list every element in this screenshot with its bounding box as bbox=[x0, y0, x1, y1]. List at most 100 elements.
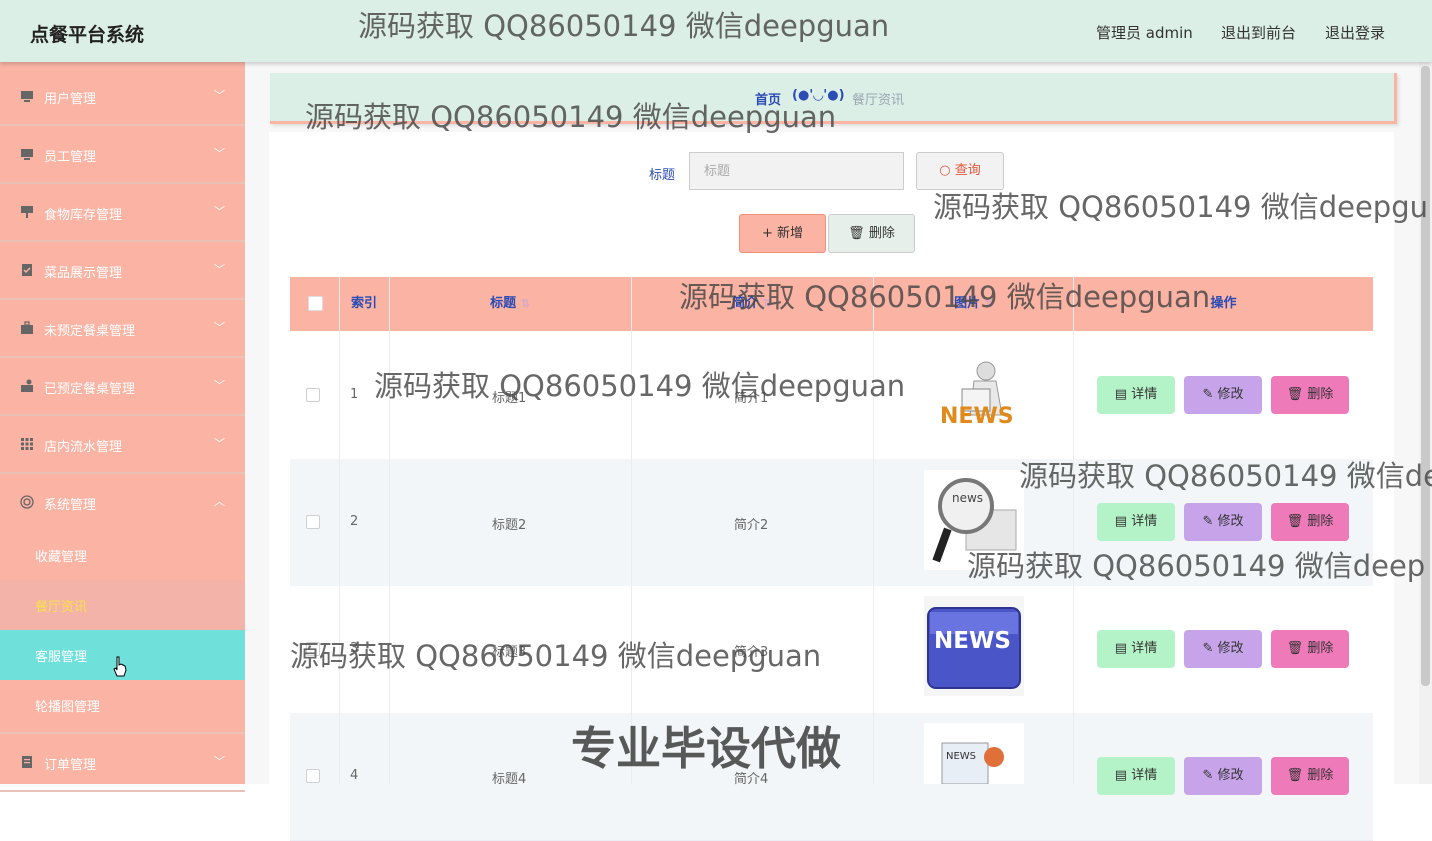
magnifier-news-image: news bbox=[924, 470, 1024, 570]
row-checkbox[interactable] bbox=[306, 388, 320, 402]
row-index: 2 bbox=[350, 514, 359, 529]
edit-button[interactable]: ✎ 修改 bbox=[1184, 503, 1262, 541]
delete-button[interactable]: 🗑 删除 bbox=[1271, 503, 1349, 541]
edit-button[interactable]: ✎ 修改 bbox=[1184, 630, 1262, 668]
svg-text:NEWS: NEWS bbox=[946, 751, 976, 762]
column-divider bbox=[873, 277, 874, 784]
row-title: 标题3 bbox=[492, 645, 527, 660]
pencil-icon: ✎ bbox=[1202, 514, 1214, 529]
settings-circle-icon bbox=[20, 495, 34, 509]
search-input[interactable] bbox=[689, 152, 904, 190]
news-reader-image: NEWS bbox=[924, 345, 1024, 445]
row-index: 1 bbox=[350, 387, 359, 402]
edit-button[interactable]: ✎ 修改 bbox=[1184, 757, 1262, 795]
row-checkbox[interactable] bbox=[306, 642, 320, 656]
delete-button-label: 删除 bbox=[1307, 768, 1334, 783]
sidebar-subitem-label: 收藏管理 bbox=[35, 550, 88, 565]
chevron-down-icon: ﹀ bbox=[214, 755, 225, 768]
pencil-icon: ✎ bbox=[1202, 641, 1214, 656]
chevron-down-icon: ﹀ bbox=[214, 263, 225, 276]
breadcrumb-current: 餐厅资讯 bbox=[852, 93, 905, 108]
detail-button[interactable]: ▤ 详情 bbox=[1097, 503, 1175, 541]
chevron-down-icon: ﹀ bbox=[214, 147, 225, 160]
screen-stand-icon bbox=[21, 206, 33, 218]
row-checkbox[interactable] bbox=[306, 515, 320, 529]
select-all-checkbox[interactable] bbox=[308, 296, 323, 311]
column-divider bbox=[339, 277, 340, 784]
hand-cursor-icon bbox=[113, 656, 127, 677]
exit-to-front-link[interactable]: 退出到前台 bbox=[1221, 22, 1296, 43]
sort-icon: ⇅ bbox=[984, 297, 994, 310]
grid-icon bbox=[21, 438, 33, 450]
delete-button-label: 删除 bbox=[1307, 641, 1334, 656]
delete-button-label: 删除 bbox=[1307, 387, 1334, 402]
scrollbar-thumb[interactable] bbox=[1421, 66, 1430, 686]
pencil-icon: ✎ bbox=[1202, 387, 1214, 402]
sidebar-item-label: 食物库存管理 bbox=[44, 208, 123, 223]
logout-link[interactable]: 退出登录 bbox=[1325, 22, 1385, 43]
sidebar-item-orders[interactable]: 订单管理 ﹀ bbox=[0, 732, 245, 792]
sidebar-item-booked-tables[interactable]: 已预定餐桌管理 ﹀ bbox=[0, 358, 245, 416]
detail-button-label: 详情 bbox=[1131, 387, 1158, 402]
chevron-down-icon: ﹀ bbox=[214, 379, 225, 392]
trash-icon: 🗑 bbox=[1286, 387, 1304, 402]
batch-delete-button[interactable]: 🗑 删除 bbox=[828, 214, 915, 253]
sidebar-item-system[interactable]: 系统管理 ︿ bbox=[0, 474, 245, 530]
detail-button[interactable]: ▤ 详情 bbox=[1097, 630, 1175, 668]
row-title: 标题1 bbox=[492, 391, 527, 406]
hand-coin-icon bbox=[21, 379, 33, 392]
sidebar-item-dish-display[interactable]: 菜品展示管理 ﹀ bbox=[0, 242, 245, 300]
th-title[interactable]: 标题 ⇅ bbox=[390, 277, 630, 331]
detail-button[interactable]: ▤ 详情 bbox=[1097, 757, 1175, 795]
column-divider bbox=[631, 277, 632, 784]
sidebar-subitem-restaurant-news[interactable]: 餐厅资讯 bbox=[0, 580, 245, 630]
sidebar-subitem-carousel[interactable]: 轮播图管理 bbox=[0, 680, 245, 730]
sidebar-item-staff[interactable]: 员工管理 ﹀ bbox=[0, 126, 245, 184]
add-button-label: 新增 bbox=[777, 226, 804, 241]
th-intro[interactable]: 简介 ⇅ bbox=[632, 277, 872, 331]
th-image[interactable]: 图片 ⇅ bbox=[874, 277, 1074, 331]
row-title: 标题4 bbox=[492, 772, 527, 787]
sidebar-item-cashflow[interactable]: 店内流水管理 ﹀ bbox=[0, 416, 245, 474]
sidebar-item-users[interactable]: 用户管理 ﹀ bbox=[0, 68, 245, 126]
column-divider bbox=[1073, 277, 1074, 784]
delete-button[interactable]: 🗑 删除 bbox=[1271, 376, 1349, 414]
query-button[interactable]: ○ 查询 bbox=[916, 152, 1004, 190]
detail-button-label: 详情 bbox=[1131, 641, 1158, 656]
row-title: 标题2 bbox=[492, 518, 527, 533]
sidebar-item-label: 菜品展示管理 bbox=[44, 266, 123, 281]
sidebar-item-label: 未预定餐桌管理 bbox=[44, 324, 136, 339]
chevron-down-icon: ﹀ bbox=[214, 89, 225, 102]
sort-icon: ⇅ bbox=[520, 297, 530, 310]
row-checkbox[interactable] bbox=[306, 769, 320, 783]
search-icon: ○ bbox=[939, 163, 951, 178]
svg-text:NEWS: NEWS bbox=[934, 628, 1011, 654]
column-divider bbox=[389, 277, 390, 784]
detail-button-label: 详情 bbox=[1131, 768, 1158, 783]
table-header: 索引 标题 ⇅ 简介 ⇅ 图片 ⇅ 操作 bbox=[290, 277, 1373, 331]
th-title-label: 标题 bbox=[490, 296, 517, 311]
add-button[interactable]: + 新增 bbox=[739, 214, 826, 253]
sidebar-subitem-favorites[interactable]: 收藏管理 bbox=[0, 530, 245, 580]
sort-icon: ⇅ bbox=[762, 297, 772, 310]
svg-text:news: news bbox=[952, 491, 983, 505]
detail-button[interactable]: ▤ 详情 bbox=[1097, 376, 1175, 414]
pencil-icon: ✎ bbox=[1202, 768, 1214, 783]
breadcrumb-separator: (●'◡'●) bbox=[792, 88, 845, 103]
detail-button-label: 详情 bbox=[1131, 514, 1158, 529]
sidebar-item-food-stock[interactable]: 食物库存管理 ﹀ bbox=[0, 184, 245, 242]
admin-label[interactable]: 管理员 admin bbox=[1096, 22, 1193, 43]
chevron-down-icon: ﹀ bbox=[214, 205, 225, 218]
delete-button[interactable]: 🗑 删除 bbox=[1271, 757, 1349, 795]
chevron-down-icon: ﹀ bbox=[214, 321, 225, 334]
breadcrumb-home[interactable]: 首页 bbox=[755, 89, 781, 108]
svg-text:NEWS: NEWS bbox=[940, 404, 1014, 429]
document-icon: ▤ bbox=[1114, 387, 1128, 402]
chevron-down-icon: ﹀ bbox=[214, 437, 225, 450]
sidebar-item-label: 已预定餐桌管理 bbox=[44, 382, 136, 397]
delete-button[interactable]: 🗑 删除 bbox=[1271, 630, 1349, 668]
edit-button-label: 修改 bbox=[1217, 768, 1244, 783]
edit-button[interactable]: ✎ 修改 bbox=[1184, 376, 1262, 414]
app-title: 点餐平台系统 bbox=[30, 24, 145, 46]
sidebar-item-unbooked-tables[interactable]: 未预定餐桌管理 ﹀ bbox=[0, 300, 245, 358]
